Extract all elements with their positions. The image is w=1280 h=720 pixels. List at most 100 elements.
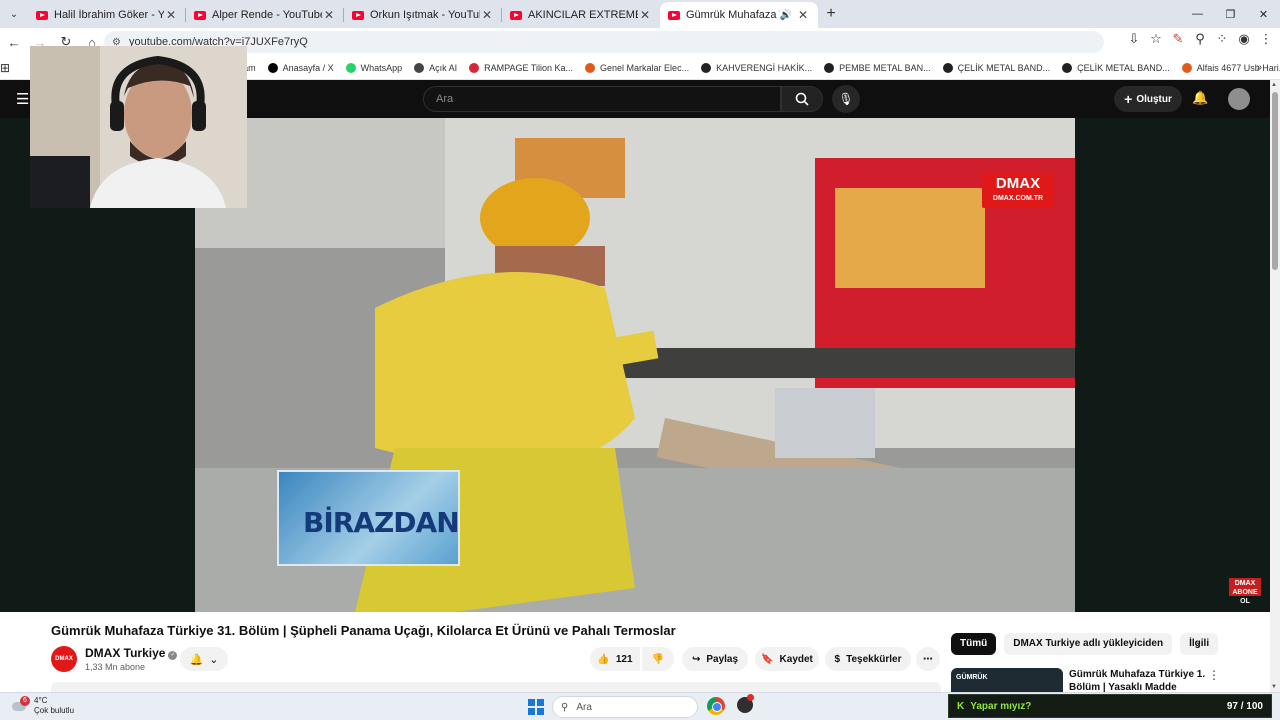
taskbar-search-placeholder: Ara: [576, 701, 592, 713]
browser-menu-icon[interactable]: ⋮: [1258, 31, 1274, 47]
windows-taskbar: 6 4°C Çok bulutlu ⚲ Ara K Yapar mıyız? 97…: [0, 692, 1280, 720]
chrome-taskbar-icon[interactable]: [707, 697, 725, 715]
weather-badge: 6: [20, 696, 30, 706]
bookmark-item[interactable]: ÇELİK METAL BAND...: [942, 62, 1051, 73]
tab-search-menu[interactable]: ⌄: [0, 0, 28, 28]
streamer-webcam-image: [30, 46, 247, 208]
recommended-video-title[interactable]: Gümrük Muhafaza Türkiye 1. Bölüm | Yasak…: [1069, 668, 1209, 692]
windows-start-icon[interactable]: [528, 699, 544, 715]
minimize-icon[interactable]: —: [1181, 0, 1214, 28]
verified-badge-icon: ✓: [168, 651, 178, 660]
more-vertical-icon[interactable]: ⋮: [1208, 668, 1220, 682]
close-tab-icon[interactable]: ✕: [322, 8, 336, 22]
bookmark-item[interactable]: WhatsApp: [345, 62, 402, 73]
profile-icon[interactable]: ◉: [1236, 31, 1252, 47]
search-input[interactable]: Ara: [423, 86, 781, 112]
save-button[interactable]: 🔖 Kaydet: [755, 647, 819, 671]
share-button[interactable]: ↪ Paylaş: [682, 647, 748, 671]
share-icon: ↪: [691, 653, 701, 665]
cloud-icon: 6: [10, 696, 30, 713]
like-button[interactable]: 👍 121: [590, 647, 640, 671]
scroll-up-icon[interactable]: ▲: [1271, 82, 1277, 88]
close-window-icon[interactable]: ✕: [1247, 0, 1280, 28]
bookmark-item[interactable]: Açık AI: [414, 62, 457, 73]
dmax-subscribe-watermark[interactable]: DMAX ABONE OL: [1229, 578, 1261, 605]
weather-widget[interactable]: 6 4°C Çok bulutlu: [10, 696, 74, 716]
tab-2[interactable]: Alper Rende - YouTube ✕: [186, 2, 344, 28]
toolbar-icons: ⇩ ☆ ✎ ⚲ ⁘ ◉ ⋮: [1126, 31, 1274, 47]
bookmark-label: KAHVERENGİ HAKİK...: [716, 62, 813, 73]
dmax-logo-text: DMAX: [995, 175, 1041, 192]
weather-text: 4°C Çok bulutlu: [34, 696, 74, 716]
new-tab-button[interactable]: +: [818, 5, 844, 23]
tab-1[interactable]: Halil İbrahim Göker - YouTube ✕: [28, 2, 186, 28]
notifications-bell-icon[interactable]: 🔔: [1192, 90, 1208, 106]
description-box[interactable]: [51, 682, 941, 692]
poll-title: Yapar mıyız?: [970, 700, 1032, 712]
thumbs-down-icon: 👎: [651, 653, 665, 665]
thanks-button[interactable]: $ Teşekkürler: [825, 647, 911, 671]
bookmark-favicon-icon: [1181, 62, 1192, 73]
bookmark-label: Alfais 4677 Usb Hari...: [1196, 62, 1280, 73]
tab-5-active[interactable]: Gümrük Muhafaza Türkiye 🔊 ✕: [660, 2, 818, 28]
dmax-url-text: DMAX.COM.TR: [992, 195, 1044, 202]
extension-icon[interactable]: ✎: [1170, 31, 1186, 47]
chip-all[interactable]: Tümü: [951, 633, 997, 655]
recommended-video-thumbnail[interactable]: GÜMRÜK: [951, 668, 1063, 692]
bookmark-star-icon[interactable]: ☆: [1148, 31, 1164, 47]
taskbar-search[interactable]: ⚲ Ara: [552, 696, 698, 718]
address-bar[interactable]: ⚙ youtube.com/watch?v=i7JUXFe7ryQ: [104, 31, 1104, 53]
bookmark-item[interactable]: ÇELİK METAL BAND...: [1062, 62, 1170, 73]
tab-3[interactable]: Orkun Işıtmak - YouTube ✕: [344, 2, 502, 28]
close-tab-icon[interactable]: ✕: [164, 8, 178, 22]
chip-from-uploader[interactable]: DMAX Turkiye adlı yükleyiciden: [1004, 633, 1173, 655]
dislike-button[interactable]: 👎: [642, 647, 674, 671]
audio-playing-icon[interactable]: 🔊: [780, 10, 792, 21]
bookmark-item[interactable]: PEMBE METAL BAN...: [824, 62, 931, 73]
scroll-down-icon[interactable]: ▼: [1271, 684, 1277, 690]
scroll-thumb[interactable]: [1272, 92, 1278, 270]
install-app-icon[interactable]: ⇩: [1126, 31, 1142, 47]
restore-icon[interactable]: ❐: [1214, 0, 1247, 28]
dmax-corner-subscribe: ABONE OL: [1232, 589, 1258, 605]
voice-search-button[interactable]: 🎙: [832, 85, 860, 113]
weather-description: Çok bulutlu: [34, 706, 75, 715]
subscription-bell-button[interactable]: 🔔 ⌄: [180, 647, 228, 671]
apps-grid-icon[interactable]: ⊞: [0, 61, 10, 75]
account-avatar[interactable]: [1228, 88, 1250, 110]
chevron-right-icon[interactable]: ›: [1196, 636, 1201, 652]
close-tab-icon[interactable]: ✕: [638, 8, 652, 22]
tab-strip: ⌄ Halil İbrahim Göker - YouTube ✕ Alper …: [0, 0, 1280, 28]
search-icon: ⚲: [561, 701, 569, 713]
bookmark-item[interactable]: RAMPAGE Tilion Ka...: [469, 62, 573, 73]
bookmark-item[interactable]: KAHVERENGİ HAKİK...: [701, 62, 813, 73]
extension-icon[interactable]: ⚲: [1192, 31, 1208, 47]
webcam-overlay: [30, 46, 247, 208]
coming-up-lower-third: BİRAZDAN: [277, 470, 460, 566]
extensions-puzzle-icon[interactable]: ⁘: [1214, 31, 1230, 47]
tab-title: Gümrük Muhafaza Türkiye: [686, 9, 780, 21]
page-scrollbar[interactable]: ▲ ▼: [1270, 80, 1280, 692]
youtube-favicon-icon: [510, 10, 522, 20]
bookmark-favicon-icon: [414, 62, 425, 73]
menu-hamburger-icon[interactable]: ☰: [16, 90, 29, 108]
close-tab-icon[interactable]: ✕: [796, 8, 810, 22]
bookmark-item[interactable]: Anasayfa / X: [267, 62, 334, 73]
channel-name-row[interactable]: DMAX Turkiye ✓: [85, 646, 178, 660]
channel-avatar[interactable]: DMAX: [51, 646, 77, 672]
bookmark-item[interactable]: Alfais 4677 Usb Hari...: [1181, 62, 1280, 73]
bookmark-label: ÇELİK METAL BAND...: [957, 62, 1051, 73]
more-bookmarks-icon[interactable]: »: [1256, 62, 1262, 73]
search-button[interactable]: [781, 86, 823, 112]
channel-name: DMAX Turkiye: [85, 646, 166, 660]
back-icon[interactable]: ←: [2, 35, 26, 50]
poll-widget[interactable]: K Yapar mıyız? 97 / 100: [948, 694, 1272, 718]
bookmark-item[interactable]: Genel Markalar Elec...: [585, 62, 689, 73]
obs-taskbar-icon[interactable]: [737, 694, 754, 713]
more-actions-button[interactable]: ⋯: [916, 647, 940, 671]
like-count: 121: [615, 653, 633, 665]
create-button[interactable]: + Oluştur: [1114, 86, 1182, 112]
close-tab-icon[interactable]: ✕: [480, 8, 494, 22]
share-label: Paylaş: [706, 653, 739, 665]
tab-4[interactable]: AKINCILAR EXTREME OFFROAD ✕: [502, 2, 660, 28]
